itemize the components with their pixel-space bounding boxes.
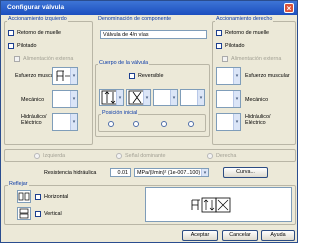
reversible-label: Reversible [138,73,164,79]
chevron-down-icon: ▾ [233,114,240,130]
left-muscular-combo[interactable]: ▾ [52,67,78,85]
left-piloted-checkbox[interactable] [8,43,14,49]
valve-position-3-combo[interactable]: ▾ [153,89,178,106]
chevron-down-icon: ▾ [170,90,177,105]
right-spring-return-label: Retorno de muelle [225,30,270,36]
right-piloted-label: Pilotado [225,43,245,49]
left-signal-radio[interactable] [34,153,40,159]
right-signal-label: Derecha [216,153,237,159]
valve-preview [145,187,292,222]
dialog-window: Configurar válvula × Accionamiento izqui… [0,0,298,243]
component-name-input[interactable]: Válvula de 4/n vías [100,30,207,39]
chevron-down-icon: ▾ [116,90,123,105]
resistance-unit-value: MPa/(l/min)² (1e-007..100) [137,170,201,176]
horizontal-checkbox[interactable] [35,194,41,200]
reversible-checkbox[interactable] [129,73,135,79]
left-actuation-title: Accionamiento izquierdo [7,16,68,22]
reflect-title: Reflejar [8,181,29,187]
left-spring-return-checkbox[interactable] [8,30,14,36]
curve-button[interactable]: Curva... [223,167,268,178]
resistance-label: Resistencia hidráulica [44,170,97,176]
initial-position-title: Posición inicial [101,110,139,116]
close-icon: × [286,4,292,13]
left-signal-label: Izquierda [43,153,66,159]
right-muscular-combo[interactable]: ▾ [216,67,241,85]
valve-position-4-combo[interactable]: ▾ [180,89,205,106]
horizontal-mirror-icon [17,190,31,203]
valve-body-title: Cuerpo de la válvula [98,60,150,66]
chevron-down-icon: ▾ [70,91,77,107]
left-spring-return-label: Retorno de muelle [17,30,62,36]
left-piloted-label: Pilotado [17,43,37,49]
initial-position-radio-2[interactable] [133,121,139,127]
accept-button[interactable]: Aceptar [182,230,218,241]
right-spring-return-checkbox[interactable] [216,30,222,36]
chevron-down-icon: ▾ [201,169,208,176]
resistance-input[interactable]: 0.01 [110,168,131,177]
vertical-checkbox[interactable] [35,211,41,217]
left-hydraulic-combo[interactable]: ▾ [52,113,78,131]
window-title: Configurar válvula [7,4,65,11]
left-actuation-group [4,21,93,145]
vertical-label: Vertical [44,211,62,217]
left-mechanical-label: Mecánico [21,97,45,103]
right-piloted-checkbox[interactable] [216,43,222,49]
chevron-down-icon: ▾ [143,90,150,105]
resistance-unit-combo[interactable]: MPa/(l/min)² (1e-007..100) ▾ [134,168,209,177]
right-actuation-title: Accionamiento derecho [215,16,274,22]
chevron-down-icon: ▾ [197,90,204,105]
valve-position-2-combo[interactable]: ▾ [126,89,151,106]
chevron-down-icon: ▾ [70,114,77,130]
valve-preview-symbol-icon [191,197,231,213]
left-hydraulic-label: Hidráulico/ Eléctrico [21,114,47,126]
right-muscular-label: Esfuerzo muscular [245,73,290,79]
horizontal-label: Horizontal [44,194,69,200]
right-hydraulic-label: Hidráulico/ Eléctrico [245,114,271,126]
right-external-supply-label: Alimentación externa [231,56,282,62]
dominant-signal-label: Señal dominante [125,153,166,159]
right-external-supply-checkbox[interactable] [222,56,228,62]
left-external-supply-checkbox[interactable] [14,56,20,62]
chevron-down-icon: ▾ [70,68,77,84]
left-mechanical-combo[interactable]: ▾ [52,90,78,108]
cancel-button[interactable]: Cancelar [222,230,258,241]
component-name-title: Denominación de componente [98,16,172,22]
right-mechanical-label: Mecánico [245,97,269,103]
help-button[interactable]: Ayuda [261,230,295,241]
initial-position-radio-4[interactable] [188,121,194,127]
initial-position-radio-1[interactable] [108,121,114,127]
left-external-supply-label: Alimentación externa [23,56,74,62]
title-bar: Configurar válvula × [1,1,297,15]
chevron-down-icon: ▾ [233,91,240,107]
chevron-down-icon: ▾ [233,68,240,84]
dominant-signal-radio[interactable] [116,153,122,159]
initial-position-radio-3[interactable] [161,121,167,127]
right-hydraulic-combo[interactable]: ▾ [216,113,241,131]
vertical-mirror-icon [17,207,31,220]
right-mechanical-combo[interactable]: ▾ [216,90,241,108]
right-signal-radio[interactable] [207,153,213,159]
close-button[interactable]: × [284,3,294,13]
valve-position-1-combo[interactable]: ▾ [99,89,124,106]
